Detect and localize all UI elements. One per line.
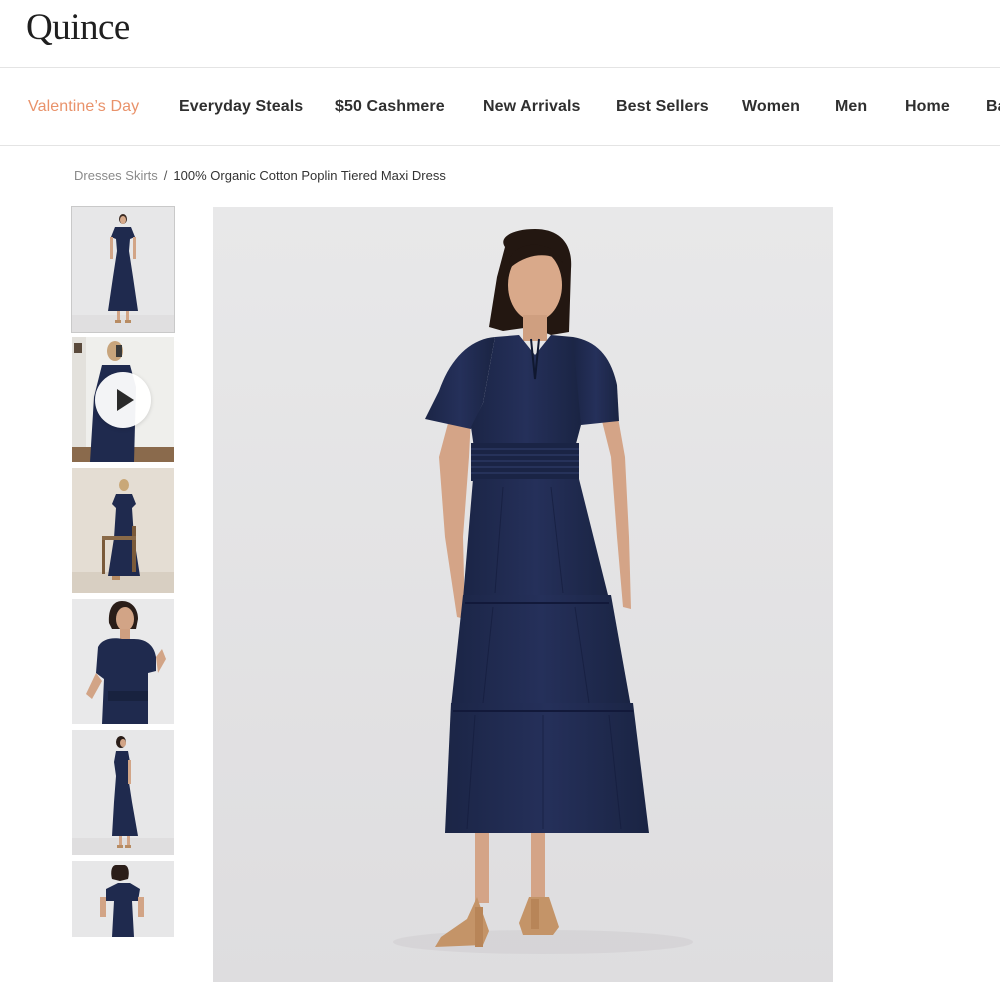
- brand-logo[interactable]: Quince: [26, 6, 130, 50]
- nav-item-new-arrivals[interactable]: New Arrivals: [483, 97, 581, 117]
- breadcrumb: Dresses Skirts / 100% Organic Cotton Popli…: [74, 167, 446, 185]
- thumbnail-image: [72, 207, 174, 332]
- thumbnail-video[interactable]: [72, 337, 174, 462]
- nav-item-home[interactable]: Home: [905, 97, 950, 117]
- main-product-image[interactable]: [213, 207, 833, 982]
- breadcrumb-parent-link[interactable]: Dresses Skirts: [74, 168, 158, 183]
- product-photo: [213, 207, 833, 982]
- main-nav: Valentine’s Day Everyday Steals $50 Cash…: [0, 68, 1000, 146]
- nav-item-best-sellers[interactable]: Best Sellers: [616, 97, 709, 117]
- nav-item-valentines-day[interactable]: Valentine’s Day: [28, 97, 139, 117]
- thumbnail-detail-view[interactable]: [72, 599, 174, 724]
- thumbnail-image: [72, 599, 174, 724]
- breadcrumb-current: 100% Organic Cotton Poplin Tiered Maxi D…: [173, 168, 446, 183]
- thumbnail-image: [72, 730, 174, 855]
- thumbnail-back-view[interactable]: [72, 861, 174, 937]
- nav-item-everyday-steals[interactable]: Everyday Steals: [179, 97, 303, 117]
- nav-item-women[interactable]: Women: [742, 97, 800, 117]
- thumbnail-image: [72, 861, 174, 937]
- nav-item-men[interactable]: Men: [835, 97, 867, 117]
- thumbnail-image: [72, 468, 174, 593]
- thumbnail-seated-view[interactable]: [72, 468, 174, 593]
- nav-item-truncated[interactable]: Ba: [986, 97, 1000, 117]
- play-icon[interactable]: [95, 372, 151, 428]
- nav-item-50-cashmere[interactable]: $50 Cashmere: [335, 97, 445, 117]
- thumbnail-side-view[interactable]: [72, 730, 174, 855]
- thumbnail-front-view[interactable]: [71, 206, 175, 333]
- breadcrumb-separator: /: [163, 168, 168, 183]
- site-header: Quince: [0, 0, 1000, 68]
